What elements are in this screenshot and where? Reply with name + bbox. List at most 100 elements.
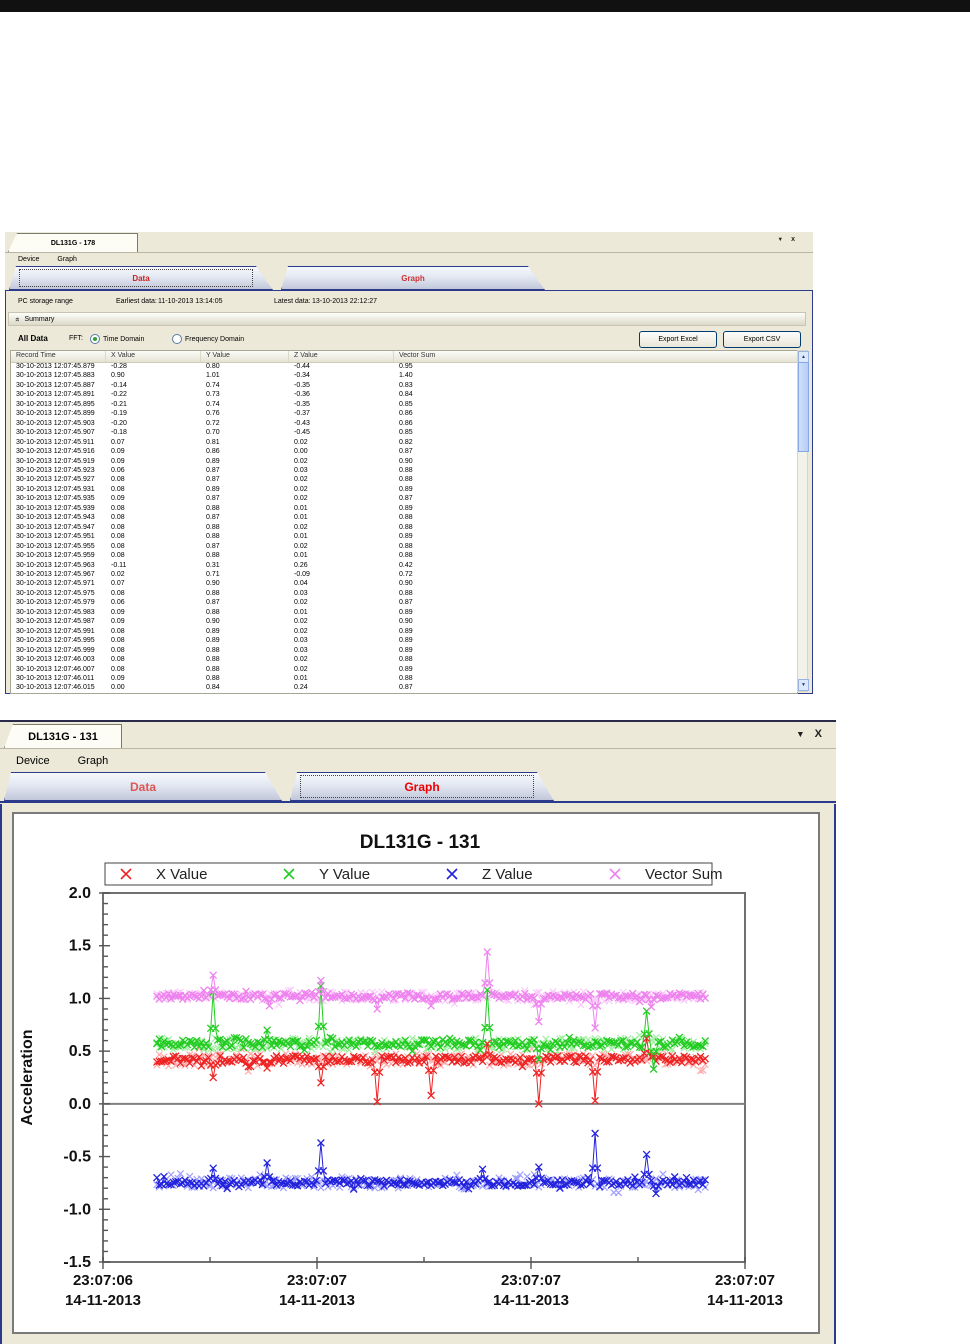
table-row[interactable]: 30-10-2013 12:07:45.967 0.02 0.71 -0.09 0.72 — [11, 571, 797, 580]
value-cell: 0.00 — [111, 684, 125, 692]
value-cell: 0.88 — [206, 552, 220, 560]
tab-data[interactable]: Data — [4, 772, 282, 801]
table-row[interactable]: 30-10-2013 12:07:45.883 0.90 1.01 -0.34 1.40 — [11, 372, 797, 381]
radio-selected-icon — [90, 334, 100, 344]
table-row[interactable]: 30-10-2013 12:07:45.923 0.06 0.87 0.03 0.88 — [11, 467, 797, 476]
tab-data[interactable]: Data — [9, 266, 273, 290]
value-cell: 0.02 — [294, 438, 308, 446]
record-time-cell: 30-10-2013 12:07:45.935 — [16, 495, 95, 503]
value-cell: 0.02 — [294, 656, 308, 664]
value-cell: 0.88 — [206, 533, 220, 541]
tab-graph[interactable]: Graph — [281, 266, 545, 290]
close-icon[interactable]: X — [815, 728, 822, 740]
value-cell: 0.01 — [294, 514, 308, 522]
table-row[interactable]: 30-10-2013 12:07:45.907 -0.18 0.70 -0.45 0.8… — [11, 429, 797, 438]
x-tick-label-date: 14-11-2013 — [65, 1292, 141, 1309]
value-cell: 0.08 — [111, 542, 125, 550]
record-time-cell: 30-10-2013 12:07:45.887 — [16, 381, 95, 389]
table-row[interactable]: 30-10-2013 12:07:45.991 0.08 0.89 0.02 0.89 — [11, 628, 797, 637]
table-row[interactable]: 30-10-2013 12:07:45.999 0.08 0.88 0.03 0.89 — [11, 647, 797, 656]
value-cell: 0.01 — [294, 608, 308, 616]
table-row[interactable]: 30-10-2013 12:07:45.959 0.08 0.88 0.01 0.88 — [11, 552, 797, 561]
table-row[interactable]: 30-10-2013 12:07:45.947 0.08 0.88 0.02 0.88 — [11, 524, 797, 533]
value-cell: 0.26 — [294, 561, 308, 569]
table-row[interactable]: 30-10-2013 12:07:45.979 0.06 0.87 0.02 0.87 — [11, 599, 797, 608]
window2-title-tab[interactable]: DL131G - 131 — [4, 724, 122, 748]
table-row[interactable]: 30-10-2013 12:07:45.939 0.08 0.88 0.01 0.89 — [11, 505, 797, 514]
record-time-cell: 30-10-2013 12:07:45.983 — [16, 608, 95, 616]
table-row[interactable]: 30-10-2013 12:07:45.995 0.08 0.89 0.03 0.89 — [11, 637, 797, 646]
table-row[interactable]: 30-10-2013 12:07:45.879 -0.28 0.80 -0.44 0.9… — [11, 363, 797, 372]
column-header[interactable]: Record Time — [11, 351, 106, 362]
earliest-data-value: 11-10-2013 13:14:05 — [158, 298, 223, 305]
table-row[interactable]: 30-10-2013 12:07:45.887 -0.14 0.74 -0.35 0.8… — [11, 382, 797, 391]
scroll-thumb[interactable] — [798, 362, 809, 452]
table-row[interactable]: 30-10-2013 12:07:45.975 0.08 0.88 0.03 0.88 — [11, 590, 797, 599]
x-tick-label-time: 23:07:07 — [715, 1272, 775, 1289]
table-row[interactable]: 30-10-2013 12:07:46.003 0.08 0.88 0.02 0.88 — [11, 656, 797, 665]
storage-range-row: PC storage range Earliest data: 11-10-20… — [6, 292, 812, 311]
tab-graph-label: Graph — [404, 779, 440, 794]
value-cell: -0.28 — [111, 363, 127, 370]
export-excel-button[interactable]: Export Excel — [639, 331, 717, 348]
table-row[interactable]: 30-10-2013 12:07:45.951 0.08 0.88 0.01 0.89 — [11, 533, 797, 542]
window2-controls: ▼ X — [796, 728, 822, 740]
value-cell: 0.01 — [294, 552, 308, 560]
table-row[interactable]: 30-10-2013 12:07:45.899 -0.19 0.76 -0.37 0.8… — [11, 410, 797, 419]
tab-graph[interactable]: Graph — [290, 772, 554, 801]
record-time-cell: 30-10-2013 12:07:45.967 — [16, 570, 95, 578]
table-row[interactable]: 30-10-2013 12:07:45.916 0.09 0.86 0.00 0.87 — [11, 448, 797, 457]
table-row[interactable]: 30-10-2013 12:07:45.895 -0.21 0.74 -0.35 0.8… — [11, 401, 797, 410]
table-row[interactable]: 30-10-2013 12:07:46.015 0.00 0.84 0.24 0.87 — [11, 684, 797, 693]
value-cell: 0.87 — [399, 599, 413, 607]
value-cell: 0.88 — [206, 665, 220, 673]
record-time-cell: 30-10-2013 12:07:45.939 — [16, 504, 95, 512]
table-scrollbar[interactable]: ▲ ▼ — [797, 350, 809, 692]
scroll-down-button[interactable]: ▼ — [798, 679, 809, 691]
menu-device[interactable]: Device — [18, 256, 39, 263]
tab-data-label: Data — [129, 779, 156, 794]
menu-graph[interactable]: Graph — [78, 755, 109, 767]
record-time-cell: 30-10-2013 12:07:45.923 — [16, 466, 95, 474]
dropdown-caret-icon[interactable]: ▼ — [796, 729, 805, 739]
table-row[interactable]: 30-10-2013 12:07:45.911 0.07 0.81 0.02 0.82 — [11, 439, 797, 448]
window1-title-tab[interactable]: DL131G - 178 — [8, 233, 138, 252]
value-cell: -0.11 — [111, 561, 127, 569]
radio-frequency-domain[interactable]: Frequency Domain — [172, 334, 244, 344]
table-row[interactable]: 30-10-2013 12:07:45.927 0.08 0.87 0.02 0.88 — [11, 476, 797, 485]
table-row[interactable]: 30-10-2013 12:07:45.943 0.08 0.87 0.01 0.88 — [11, 514, 797, 523]
value-cell: 0.74 — [206, 381, 220, 389]
column-header[interactable]: Vector Sum — [394, 351, 797, 362]
dropdown-caret-icon[interactable]: ▼ — [778, 237, 784, 243]
table-row[interactable]: 30-10-2013 12:07:45.987 0.09 0.90 0.02 0.90 — [11, 618, 797, 627]
value-cell: 0.02 — [294, 665, 308, 673]
value-cell: 0.03 — [294, 637, 308, 645]
table-row[interactable]: 30-10-2013 12:07:45.891 -0.22 0.73 -0.36 0.8… — [11, 391, 797, 400]
legend-label-vector-sum: Vector Sum — [645, 866, 723, 883]
table-row[interactable]: 30-10-2013 12:07:45.983 0.09 0.88 0.01 0.89 — [11, 609, 797, 618]
table-row[interactable]: 30-10-2013 12:07:45.903 -0.20 0.72 -0.43 0.8… — [11, 420, 797, 429]
value-cell: 0.06 — [111, 466, 125, 474]
table-row[interactable]: 30-10-2013 12:07:45.935 0.09 0.87 0.02 0.87 — [11, 495, 797, 504]
record-time-cell: 30-10-2013 12:07:45.943 — [16, 514, 95, 522]
table-row[interactable]: 30-10-2013 12:07:46.007 0.08 0.88 0.02 0.89 — [11, 666, 797, 675]
table-row[interactable]: 30-10-2013 12:07:45.963 -0.11 0.31 0.26 0.42 — [11, 562, 797, 571]
window1-controls: ▼ x — [778, 236, 795, 243]
column-header[interactable]: Z Value — [289, 351, 394, 362]
menu-device[interactable]: Device — [16, 755, 50, 767]
table-row[interactable]: 30-10-2013 12:07:45.919 0.09 0.89 0.02 0.90 — [11, 458, 797, 467]
table-row[interactable]: 30-10-2013 12:07:45.931 0.08 0.89 0.02 0.89 — [11, 486, 797, 495]
all-data-label: All Data — [18, 334, 48, 343]
column-header[interactable]: X Value — [106, 351, 201, 362]
column-header[interactable]: Y Value — [201, 351, 289, 362]
export-csv-button[interactable]: Export CSV — [723, 331, 801, 348]
table-row[interactable]: 30-10-2013 12:07:45.971 0.07 0.90 0.04 0.90 — [11, 580, 797, 589]
menu-graph[interactable]: Graph — [57, 256, 76, 263]
table-row[interactable]: 30-10-2013 12:07:46.011 0.09 0.88 0.01 0.88 — [11, 675, 797, 684]
value-cell: 0.89 — [399, 665, 413, 673]
summary-expander-bar[interactable]: » Summary — [8, 312, 806, 326]
table-row[interactable]: 30-10-2013 12:07:45.955 0.08 0.87 0.02 0.88 — [11, 543, 797, 552]
radio-time-domain[interactable]: Time Domain — [90, 334, 144, 344]
window2-tabstrip: DL131G - 131 ▼ X — [0, 722, 836, 749]
close-icon[interactable]: x — [791, 236, 795, 243]
